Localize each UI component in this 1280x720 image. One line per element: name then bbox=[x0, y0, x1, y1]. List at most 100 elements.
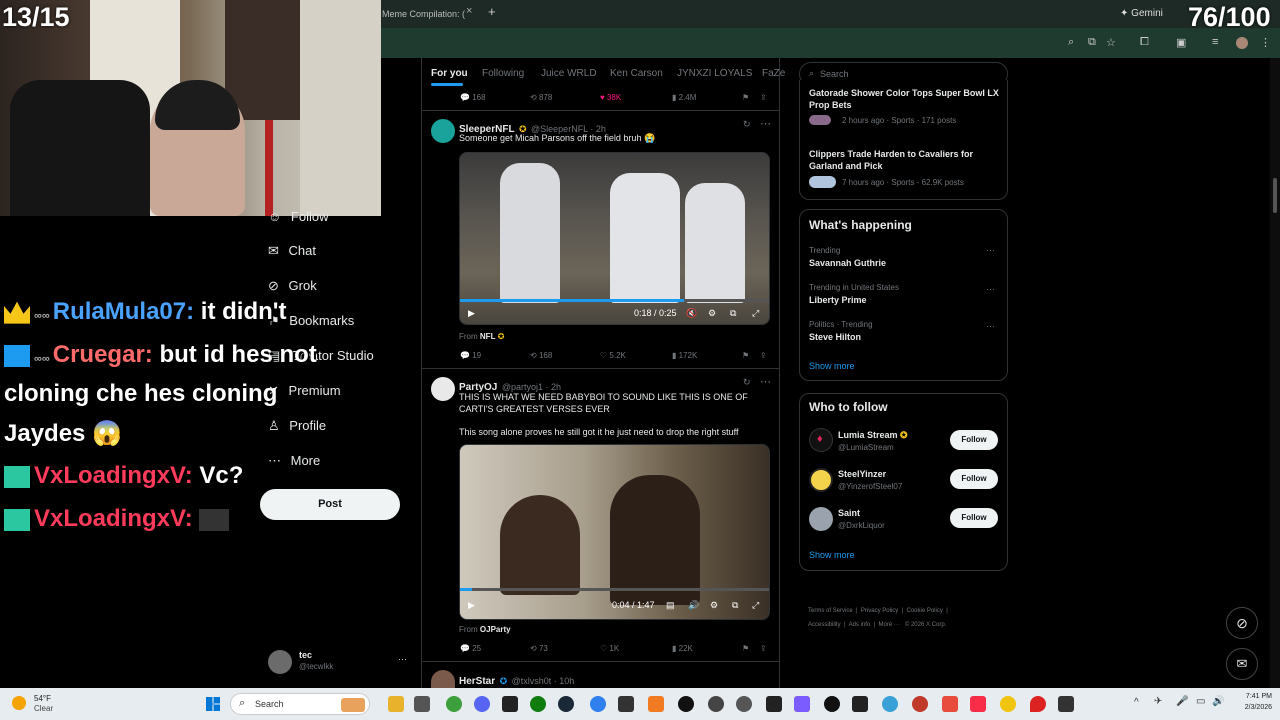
bookmark-icon[interactable]: ⚑ bbox=[742, 351, 749, 360]
footer-link[interactable]: Cookie Policy bbox=[907, 608, 943, 614]
music-icon[interactable] bbox=[970, 696, 986, 712]
follow-name[interactable]: SteelYinzer bbox=[838, 469, 886, 479]
post-video[interactable]: ▶ 0:04 / 1:47 ▤ 🔊 ⚙ ⧉ ⤢ bbox=[459, 444, 770, 620]
sidebar-icon[interactable]: ≡ bbox=[1212, 36, 1218, 48]
microphone-icon[interactable]: 🎤 bbox=[1176, 696, 1188, 707]
trend-name[interactable]: Steve Hilton bbox=[809, 332, 861, 342]
fullscreen-icon[interactable]: ⤢ bbox=[752, 600, 759, 611]
app-icon[interactable] bbox=[678, 696, 694, 712]
extensions-icon[interactable]: ⧠ bbox=[1140, 36, 1149, 49]
messages-float-button[interactable]: ✉ bbox=[1226, 648, 1258, 680]
taskbar-time[interactable]: 7:41 PM bbox=[1234, 693, 1272, 700]
captions-icon[interactable]: ▤ bbox=[666, 600, 675, 611]
network-icon[interactable]: ▭ bbox=[1196, 696, 1205, 707]
tab-jynxzi-loyals[interactable]: JYNXZI LOYALS bbox=[677, 68, 752, 79]
view-count[interactable]: ▮ 22K bbox=[672, 644, 693, 653]
app-icon[interactable] bbox=[736, 696, 752, 712]
xbox-icon[interactable] bbox=[530, 696, 546, 712]
follow-avatar[interactable]: ♦ bbox=[809, 428, 833, 452]
share-icon[interactable]: ⇪ bbox=[760, 351, 767, 360]
file-explorer-icon[interactable] bbox=[388, 696, 404, 712]
new-tab-button[interactable]: + bbox=[488, 4, 496, 19]
video-progress-track[interactable] bbox=[460, 299, 769, 302]
grok-post-icon[interactable]: ↻ bbox=[743, 377, 751, 388]
nav-profile[interactable]: ♙ Profile bbox=[268, 418, 326, 434]
post-more-icon[interactable]: ⋯ bbox=[760, 117, 771, 130]
post-handle[interactable]: @txlvsh0t · 10h bbox=[512, 676, 575, 686]
app-icon[interactable] bbox=[414, 696, 430, 712]
post-button[interactable]: Post bbox=[260, 489, 400, 520]
footer-link[interactable]: Privacy Policy bbox=[861, 608, 898, 614]
app-icon[interactable] bbox=[648, 696, 664, 712]
trend-more-icon[interactable]: ··· bbox=[986, 321, 995, 331]
nav-grok[interactable]: ⊘ Grok bbox=[268, 278, 317, 294]
tab-following[interactable]: Following bbox=[482, 68, 524, 79]
split-view-icon[interactable]: ▣ bbox=[1176, 36, 1186, 49]
follow-show-more[interactable]: Show more bbox=[809, 550, 855, 560]
account-name[interactable]: tec bbox=[299, 650, 312, 660]
volume-icon[interactable]: 🔇 bbox=[686, 308, 697, 319]
news-headline[interactable]: Gatorade Shower Color Tops Super Bowl LX… bbox=[809, 87, 1004, 111]
follow-button[interactable]: Follow bbox=[950, 430, 998, 450]
weather-icon[interactable] bbox=[12, 696, 26, 710]
post-author[interactable]: HerStar bbox=[459, 676, 495, 687]
source-link[interactable]: NFL bbox=[480, 332, 496, 341]
bookmark-icon[interactable]: ⚑ bbox=[742, 93, 749, 102]
follow-avatar[interactable] bbox=[809, 468, 833, 492]
footer-link[interactable]: Accessibility bbox=[808, 622, 841, 628]
grok-post-icon[interactable]: ↻ bbox=[743, 119, 751, 130]
post-video[interactable]: ▶ 0:18 / 0:25 🔇 ⚙ ⧉ ⤢ bbox=[459, 152, 770, 325]
app-icon[interactable] bbox=[882, 696, 898, 712]
repost-count[interactable]: ⟲ 73 bbox=[530, 644, 548, 653]
follow-button[interactable]: Follow bbox=[950, 469, 998, 489]
play-icon[interactable]: ▶ bbox=[468, 600, 475, 611]
app-icon[interactable] bbox=[794, 696, 810, 712]
footer-link[interactable]: Ads info bbox=[849, 622, 871, 628]
nav-follow[interactable]: ☺ Follow bbox=[268, 209, 328, 224]
weather-temp[interactable]: 54°F bbox=[34, 694, 51, 703]
profile-avatar-icon[interactable] bbox=[1236, 37, 1248, 49]
pip-icon[interactable]: ⧉ bbox=[730, 308, 736, 319]
follow-name[interactable]: Saint bbox=[838, 508, 860, 518]
gemini-button[interactable]: ✦ Gemini bbox=[1120, 4, 1180, 24]
trend-more-icon[interactable]: ··· bbox=[986, 284, 995, 294]
post-avatar[interactable] bbox=[431, 119, 455, 143]
video-progress-track[interactable] bbox=[460, 588, 769, 591]
nav-more[interactable]: ⋯ More bbox=[268, 453, 320, 469]
screenshot-icon[interactable]: ⧉ bbox=[1088, 36, 1096, 49]
trend-name[interactable]: Liberty Prime bbox=[809, 295, 867, 305]
fullscreen-icon[interactable]: ⤢ bbox=[752, 308, 759, 319]
trends-show-more[interactable]: Show more bbox=[809, 361, 855, 371]
post-avatar[interactable] bbox=[431, 670, 455, 688]
tray-app-icon[interactable]: ✈ bbox=[1154, 696, 1162, 707]
tab-faze[interactable]: FaZe bbox=[762, 68, 785, 79]
windows-start-icon[interactable] bbox=[206, 697, 220, 711]
reply-count[interactable]: 💬 168 bbox=[460, 93, 486, 102]
follow-avatar[interactable] bbox=[809, 507, 833, 531]
post-avatar[interactable] bbox=[431, 377, 455, 401]
footer-link[interactable]: Terms of Service bbox=[808, 608, 853, 614]
news-headline[interactable]: Clippers Trade Harden to Cavaliers for G… bbox=[809, 148, 1004, 172]
follow-button[interactable]: Follow bbox=[950, 508, 998, 528]
play-icon[interactable]: ▶ bbox=[468, 308, 475, 319]
volume-icon[interactable]: 🔊 bbox=[688, 600, 699, 611]
bookmark-icon[interactable]: ⚑ bbox=[742, 644, 749, 653]
app-icon[interactable] bbox=[852, 696, 868, 712]
repost-count[interactable]: ⟲ 878 bbox=[530, 93, 552, 102]
nav-premium[interactable]: ✕ Premium bbox=[268, 383, 341, 399]
tab-ken-carson[interactable]: Ken Carson bbox=[610, 68, 663, 79]
app-icon[interactable] bbox=[708, 696, 724, 712]
share-icon[interactable]: ⇪ bbox=[760, 644, 767, 653]
post-more-icon[interactable]: ⋯ bbox=[760, 375, 771, 388]
app-icon[interactable] bbox=[590, 696, 606, 712]
settings-icon[interactable]: ⚙ bbox=[710, 600, 718, 611]
tray-chevron-icon[interactable]: ^ bbox=[1134, 697, 1139, 708]
view-count[interactable]: ▮ 172K bbox=[672, 351, 697, 360]
steam-icon[interactable] bbox=[558, 696, 574, 712]
app-icon[interactable] bbox=[618, 696, 634, 712]
tab-juice-wrld[interactable]: Juice WRLD bbox=[541, 68, 597, 79]
source-link[interactable]: OJParty bbox=[480, 625, 511, 634]
volume-icon[interactable]: 🔊 bbox=[1212, 696, 1224, 707]
chrome-icon[interactable] bbox=[446, 696, 462, 712]
nav-chat[interactable]: ✉ Chat bbox=[268, 243, 316, 259]
